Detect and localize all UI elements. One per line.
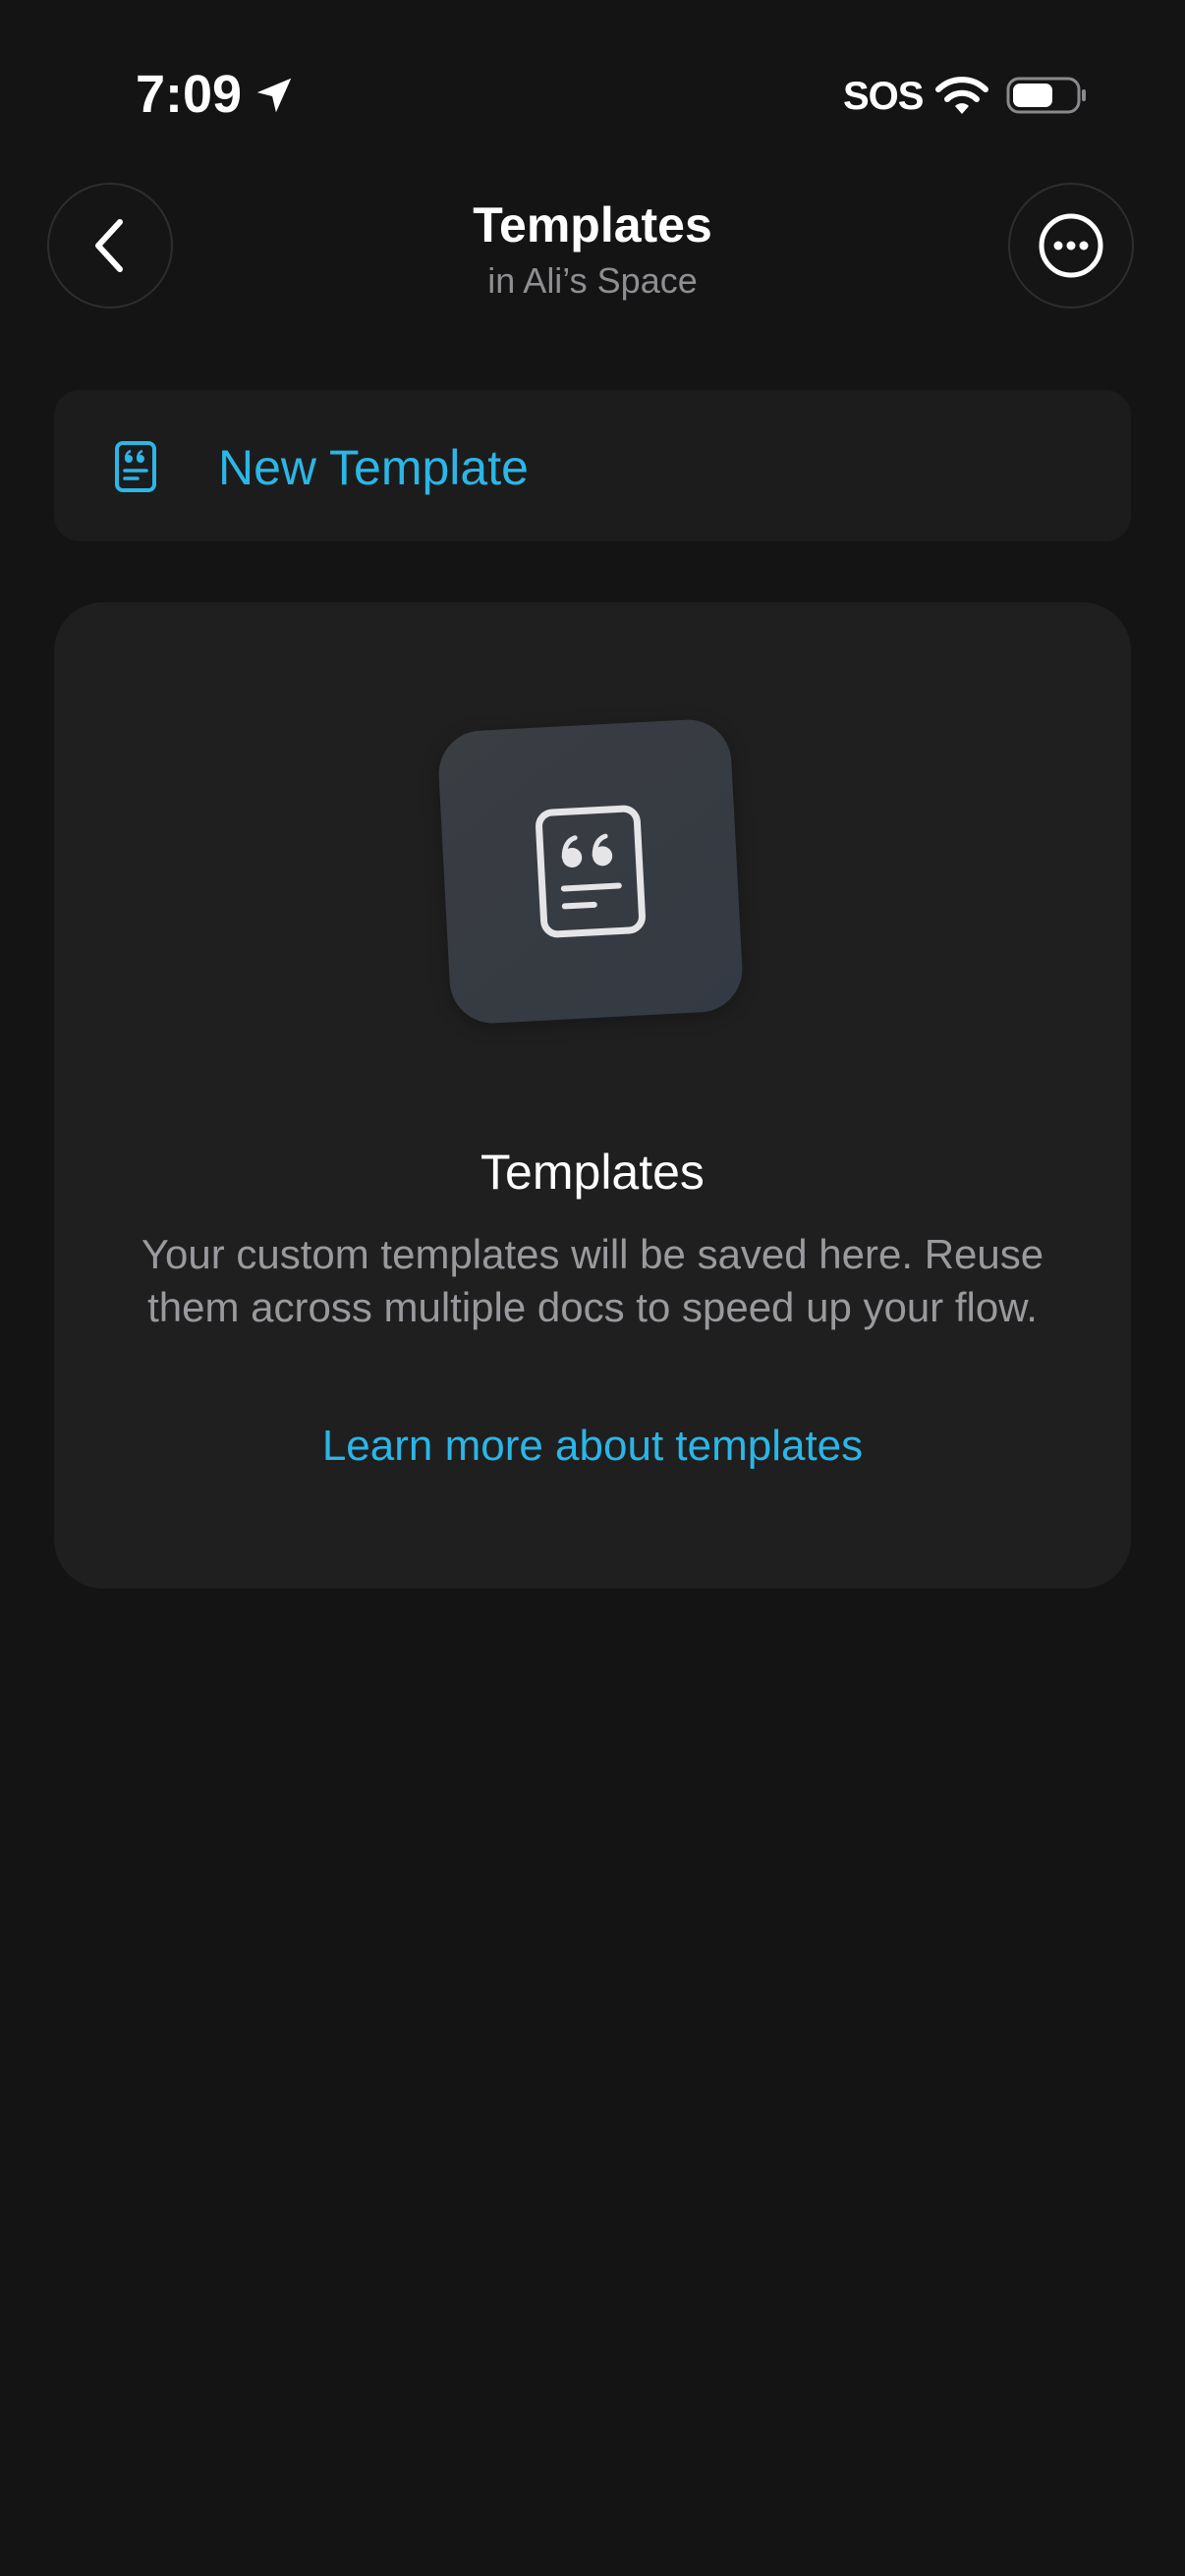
empty-state-illustration: [436, 717, 745, 1026]
status-time: 7:09: [136, 65, 243, 124]
more-options-button[interactable]: [1008, 183, 1134, 308]
new-template-button[interactable]: [54, 390, 1131, 541]
sos-indicator: SOS: [843, 75, 924, 118]
empty-state-description: Your custom templates will be saved here…: [141, 1231, 1044, 1330]
page-subtitle: in Ali’s Space: [487, 260, 698, 301]
learn-more-link[interactable]: Learn more about templates: [0, 1417, 1185, 1476]
wifi-icon: [935, 77, 988, 114]
battery-icon: [1006, 77, 1086, 114]
ellipsis-circle-icon: [1039, 213, 1103, 278]
new-template-label: New Template: [218, 440, 529, 495]
empty-state-title: Templates: [480, 1145, 705, 1200]
template-doc-icon: [115, 441, 156, 492]
template-doc-icon: [536, 805, 646, 938]
location-arrow-icon: [256, 78, 292, 113]
